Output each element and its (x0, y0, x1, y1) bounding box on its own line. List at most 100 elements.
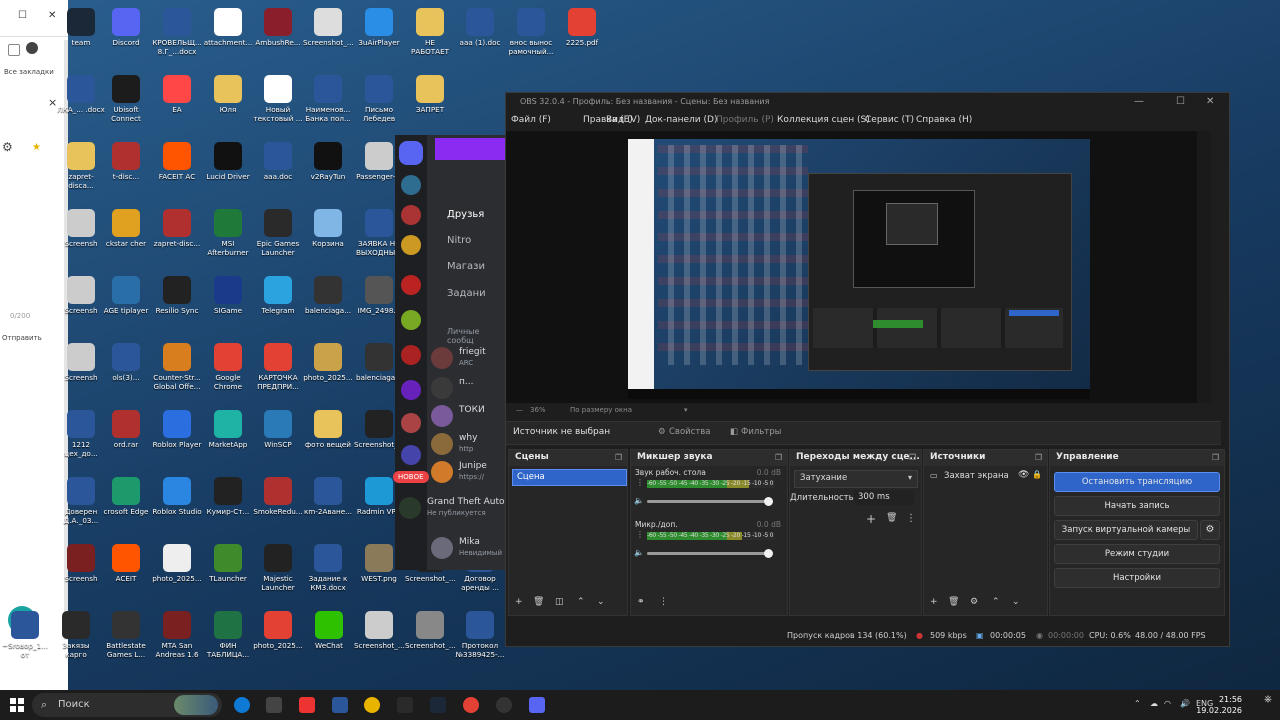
desktop-icon[interactable]: FACEIT AC (152, 142, 202, 190)
nitro-tab[interactable]: Nitro (447, 235, 471, 246)
desktop-icon[interactable]: Наименов... Банка пол... (303, 75, 353, 123)
gear-icon[interactable]: ⚙ (1200, 520, 1220, 540)
preview-scrollbar[interactable] (1197, 131, 1211, 403)
chevron-up-icon[interactable]: ⌃ (1134, 699, 1141, 708)
menu-profile[interactable]: Профиль (P) (716, 115, 774, 125)
start-virtual-camera-button[interactable]: Запуск виртуальной камеры (1054, 520, 1198, 540)
desktop-icon[interactable]: ЗАПРЕТ (405, 75, 455, 123)
menu-file[interactable]: Файл (F) (511, 115, 551, 125)
desktop-icon[interactable]: Письмо Лебедев (354, 75, 404, 123)
word-icon[interactable] (332, 697, 348, 713)
zoom-fit-select[interactable]: По размеру окна (570, 406, 632, 414)
undock-icon[interactable]: ❐ (1035, 453, 1042, 462)
volume-slider[interactable] (647, 497, 773, 506)
trash-icon[interactable]: 🗑 (886, 513, 897, 523)
server-icon[interactable] (401, 205, 421, 225)
menu-docks[interactable]: Док-панели (D) (645, 115, 717, 125)
desktop-icon[interactable]: Screensh (56, 209, 106, 257)
lock-icon[interactable]: 🔒 (1032, 470, 1042, 479)
desktop-icon[interactable]: SIGame (203, 276, 253, 324)
add-icon[interactable]: + (866, 512, 876, 526)
obs-icon[interactable] (496, 697, 512, 713)
cloud-icon[interactable]: ☁ (1150, 699, 1158, 708)
desktop-icon[interactable]: Юля (203, 75, 253, 123)
volume-slider[interactable] (647, 549, 773, 558)
maximize-button[interactable]: ☐ (1176, 93, 1185, 111)
speaker-icon[interactable]: 🔈 (634, 548, 644, 557)
desktop-icon[interactable]: Epic Games Launcher (253, 209, 303, 257)
volume-icon[interactable]: 🔊 (1180, 699, 1190, 708)
desktop-icon[interactable]: zapret-disc... (152, 209, 202, 257)
desktop-icon[interactable]: ааа (1).doc (455, 8, 505, 56)
stop-streaming-button[interactable]: Остановить трансляцию (1054, 472, 1220, 492)
yandex-icon[interactable] (299, 697, 315, 713)
desktop-icon[interactable]: Screenshot_... (354, 611, 404, 659)
desktop-icon[interactable]: Новый текстовый ... (253, 75, 303, 123)
desktop-icon[interactable]: 3uAirPlayer (354, 8, 404, 56)
desktop-icon[interactable]: balenciaga... (303, 276, 353, 324)
desktop-icon[interactable]: фото вещей (303, 410, 353, 458)
dm-item[interactable]: friegit ARC (431, 345, 507, 373)
slider-knob[interactable] (764, 497, 773, 506)
desktop-icon[interactable]: zapret-disca... (56, 142, 106, 190)
filters-button[interactable]: Фильтры (741, 425, 781, 440)
desktop-icon[interactable]: ФИН ТАБЛИЦА... (203, 611, 253, 659)
desktop-icon[interactable]: Корзина (303, 209, 353, 257)
zoom-minus-icon[interactable]: — (516, 406, 523, 414)
menu-view[interactable]: Вид (V) (606, 115, 640, 125)
shop-tab[interactable]: Магази (447, 261, 485, 272)
desktop-icon[interactable]: Counter-Str... Global Offe... (152, 343, 202, 391)
move-up-icon[interactable]: ⌃ (577, 597, 585, 607)
server-icon[interactable] (401, 413, 421, 433)
notification-icon[interactable]: ⎈ (1264, 694, 1272, 705)
move-up-icon[interactable]: ⌃ (992, 597, 1000, 607)
gear-icon[interactable]: ⚙ (970, 597, 978, 607)
undock-icon[interactable]: ❐ (1212, 453, 1219, 462)
trash-icon[interactable]: 🗑 (948, 597, 959, 607)
desktop-icon[interactable]: КРОВЕЛЬЩ... 8.Г_...docx (152, 8, 202, 56)
desktop-icon[interactable]: EA (152, 75, 202, 123)
channel-menu-icon[interactable]: ⋮ (636, 478, 644, 487)
yandex-browser-icon[interactable] (364, 697, 380, 713)
desktop-icon[interactable]: Google Chrome (203, 343, 253, 391)
server-icon[interactable] (401, 380, 421, 400)
speaker-icon[interactable]: 🔈 (634, 496, 644, 505)
server-icon[interactable] (401, 175, 421, 195)
steam-icon[interactable] (430, 697, 446, 713)
desktop-icon[interactable]: crosoft Edge (101, 477, 151, 525)
menu-scene-collection[interactable]: Коллекция сцен (S) (777, 115, 870, 125)
chevron-down-icon[interactable]: ▾ (684, 406, 688, 414)
settings-icon[interactable]: ⚙ (2, 140, 13, 154)
desktop-icon[interactable]: photo_2025... (253, 611, 303, 659)
desktop-icon[interactable]: AGE tiplayer (101, 276, 151, 324)
edge-icon[interactable] (234, 697, 250, 713)
desktop-icon[interactable]: team (56, 8, 106, 56)
page-icon[interactable] (8, 44, 20, 56)
dm-item[interactable]: Grand Theft Auto Не публикуется (399, 495, 507, 523)
properties-button[interactable]: Свойства (669, 425, 711, 440)
desktop-icon[interactable]: КАРТОЧКА ПРЕДПРИ... (253, 343, 303, 391)
studio-mode-button[interactable]: Режим студии (1054, 544, 1220, 564)
app-icon[interactable] (397, 697, 413, 713)
filter-icon[interactable]: ◫ (555, 597, 564, 607)
server-icon[interactable] (401, 235, 421, 255)
desktop-icon[interactable]: Ubisoft Connect (101, 75, 151, 123)
clock[interactable]: 21:56 19.02.2026 (1196, 694, 1242, 716)
desktop-icon[interactable]: Протокол №3389425-... (455, 611, 505, 659)
desktop-icon[interactable]: Telegram (253, 276, 303, 324)
settings-button[interactable]: Настройки (1054, 568, 1220, 588)
desktop-icon[interactable]: v2RayTun (303, 142, 353, 190)
desktop-icon[interactable]: Discord (101, 8, 151, 56)
desktop-icon[interactable]: Roblox Studio (152, 477, 202, 525)
desktop-icon[interactable]: TLauncher (203, 544, 253, 592)
desktop-icon[interactable]: Roblox Player (152, 410, 202, 458)
desktop-icon[interactable]: Задание к КМ3.docx (303, 544, 353, 592)
desktop-icon[interactable]: НЕ РАБОТАЕТ (405, 8, 455, 56)
slider-knob[interactable] (764, 549, 773, 558)
discord-icon[interactable] (529, 697, 545, 713)
desktop-icon[interactable]: 1212 цех_до... (56, 410, 106, 458)
close-button[interactable]: ✕ (1206, 93, 1214, 111)
dm-item[interactable]: Mika Невидимый (431, 535, 507, 563)
desktop-icon[interactable]: MSI Afterburner (203, 209, 253, 257)
desktop-icon[interactable]: ord.rar (101, 410, 151, 458)
